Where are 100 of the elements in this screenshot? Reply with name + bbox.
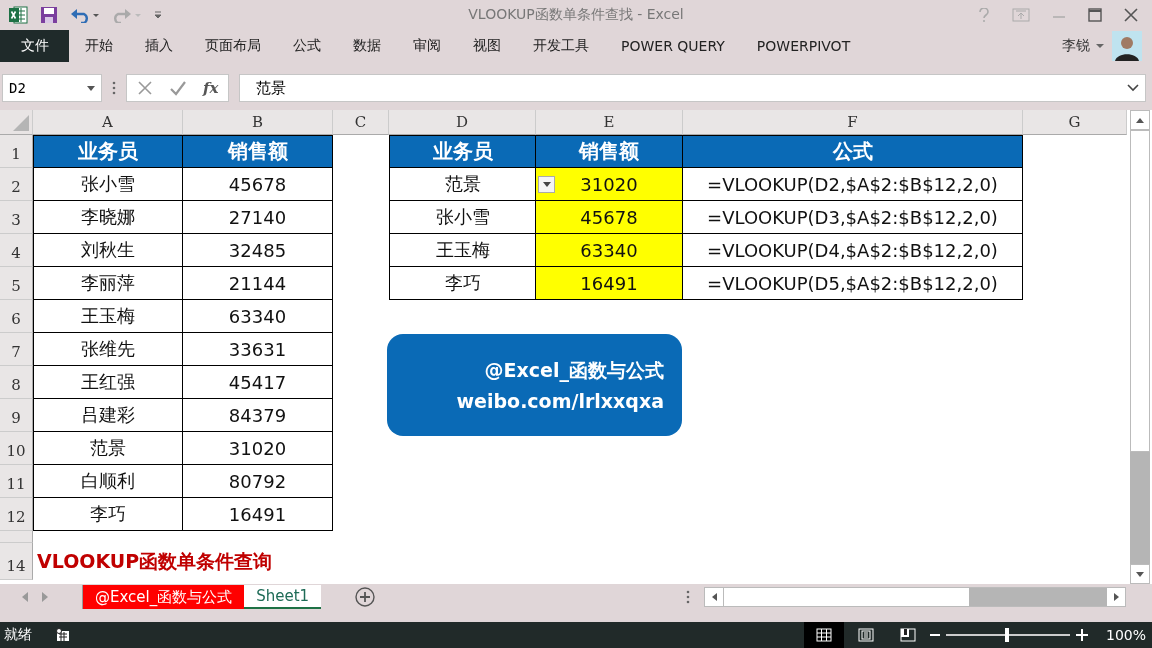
ribbon-tab[interactable]: 文件 — [0, 30, 69, 62]
table-cell: 45417 — [183, 366, 333, 399]
chevron-icon[interactable] — [1127, 84, 1139, 92]
maximize-icon[interactable] — [1088, 8, 1102, 22]
row-header[interactable]: 6 — [0, 300, 33, 333]
row-header[interactable]: 3 — [0, 201, 33, 234]
ribbon-tab[interactable]: 视图 — [457, 30, 517, 62]
shape-text: weibo.com/lrlxxqxa — [456, 390, 664, 412]
row-header[interactable]: 14 — [0, 543, 33, 580]
name-box[interactable]: D2 — [2, 74, 102, 102]
table-header-cell: 公式 — [683, 135, 1023, 168]
table-header-cell: 销售额 — [536, 135, 683, 168]
table-cell: 刘秋生 — [33, 234, 183, 267]
scroll-left-icon[interactable] — [711, 593, 717, 601]
zoom-thumb[interactable] — [1004, 628, 1009, 642]
check-icon[interactable] — [169, 80, 187, 96]
vertical-scrollbar[interactable] — [1130, 110, 1150, 584]
grid-icon[interactable] — [815, 628, 832, 642]
table-cell: 范景 — [389, 168, 536, 201]
formula-field[interactable]: 范景 — [239, 74, 1146, 102]
scroll-up-icon[interactable] — [1136, 117, 1144, 123]
row-header[interactable]: 10 — [0, 432, 33, 465]
column-header[interactable]: C — [333, 110, 389, 135]
ribbon-tab[interactable]: 页面布局 — [189, 30, 277, 62]
status-text: 就绪 — [3, 626, 33, 644]
sheet-caption: VLOOKUP函数单条件查询 — [36, 548, 274, 574]
column-header[interactable]: A — [33, 110, 183, 135]
table-cell: 李巧 — [33, 498, 183, 531]
caret-icon[interactable] — [1096, 43, 1104, 49]
table-cell: 李丽萍 — [33, 267, 183, 300]
page-break-icon[interactable] — [899, 628, 916, 642]
shape-text: @Excel_函数与公式 — [484, 358, 664, 384]
column-header[interactable]: G — [1023, 110, 1127, 135]
row-header[interactable]: 1 — [0, 135, 33, 168]
column-header[interactable]: D — [389, 110, 536, 135]
avatar-icon[interactable] — [1112, 31, 1142, 61]
macro-record-icon[interactable] — [56, 628, 70, 642]
row-header[interactable]: 7 — [0, 333, 33, 366]
table-cell: 31020 — [183, 432, 333, 465]
table-cell: 45678 — [536, 201, 683, 234]
table-cell: 32485 — [183, 234, 333, 267]
table-cell: 21144 — [183, 267, 333, 300]
table-cell: 张小雪 — [33, 168, 183, 201]
row-header[interactable]: 8 — [0, 366, 33, 399]
ribbon-tab[interactable]: 插入 — [129, 30, 189, 62]
zoom-in-icon[interactable] — [1075, 629, 1088, 641]
row-header[interactable]: 11 — [0, 465, 33, 498]
sheet-tab[interactable]: Sheet1 — [244, 585, 322, 609]
normal-view-button[interactable] — [803, 622, 844, 648]
sheet-tab[interactable]: @Excel_函数与公式 — [83, 585, 245, 609]
column-header[interactable]: F — [683, 110, 1023, 135]
column-header[interactable]: B — [183, 110, 333, 135]
undo-icon[interactable] — [70, 7, 100, 23]
customize-icon[interactable] — [154, 10, 162, 20]
table-cell: 31020 — [536, 168, 683, 201]
table-cell: 16491 — [183, 498, 333, 531]
scroll-thumb[interactable] — [723, 588, 969, 606]
ribbon-tab[interactable]: 开始 — [69, 30, 129, 62]
table-cell: 80792 — [183, 465, 333, 498]
ribbon-tab[interactable]: 开发工具 — [517, 30, 605, 62]
row-header[interactable]: 4 — [0, 234, 33, 267]
row-header[interactable]: 5 — [0, 267, 33, 300]
scroll-right-icon[interactable] — [1113, 593, 1119, 601]
table-cell: 33631 — [183, 333, 333, 366]
ribbon-tab[interactable]: 审阅 — [397, 30, 457, 62]
caret-icon[interactable] — [87, 85, 95, 91]
insert-function-button[interactable]: fx — [203, 79, 219, 97]
table-cell: =VLOOKUP(D2,$A$2:$B$12,2,0) — [683, 168, 1023, 201]
more-icon[interactable] — [112, 81, 116, 95]
add-sheet-icon[interactable] — [355, 587, 376, 607]
scroll-down-icon[interactable] — [1136, 571, 1144, 577]
window-title: VLOOKUP函数单条件查找 - Excel — [468, 6, 684, 24]
zoom-level[interactable]: 100% — [1087, 627, 1152, 643]
dropdown-button[interactable] — [538, 176, 555, 193]
horizontal-scrollbar[interactable] — [704, 587, 1126, 607]
ribbon-tab[interactable]: POWERPIVOT — [740, 30, 867, 62]
scroll-thumb[interactable] — [1130, 130, 1150, 452]
save-icon[interactable] — [40, 6, 58, 24]
table-cell: 84379 — [183, 399, 333, 432]
close-icon[interactable] — [1124, 8, 1138, 22]
table-cell: 张小雪 — [389, 201, 536, 234]
column-header[interactable]: E — [536, 110, 683, 135]
table-cell: 王玉梅 — [389, 234, 536, 267]
table-cell: =VLOOKUP(D4,$A$2:$B$12,2,0) — [683, 234, 1023, 267]
table-cell: 李晓娜 — [33, 201, 183, 234]
ribbon-tab[interactable]: 数据 — [337, 30, 397, 62]
page-icon[interactable] — [857, 628, 874, 642]
user-name[interactable]: 李锐 — [1062, 37, 1090, 55]
ribbon-tab[interactable]: POWER QUERY — [605, 30, 741, 62]
cancel-icon[interactable] — [137, 80, 153, 96]
table-cell: 张维先 — [33, 333, 183, 366]
table-header-cell: 业务员 — [33, 135, 183, 168]
ribbon-tab[interactable]: 公式 — [277, 30, 337, 62]
table-cell: 63340 — [536, 234, 683, 267]
row-header[interactable]: 12 — [0, 498, 33, 531]
table-cell: 16491 — [536, 267, 683, 300]
row-header[interactable]: 9 — [0, 399, 33, 432]
row-header[interactable]: 2 — [0, 168, 33, 201]
more-icon[interactable] — [686, 590, 690, 604]
caret-icon[interactable] — [542, 182, 551, 187]
